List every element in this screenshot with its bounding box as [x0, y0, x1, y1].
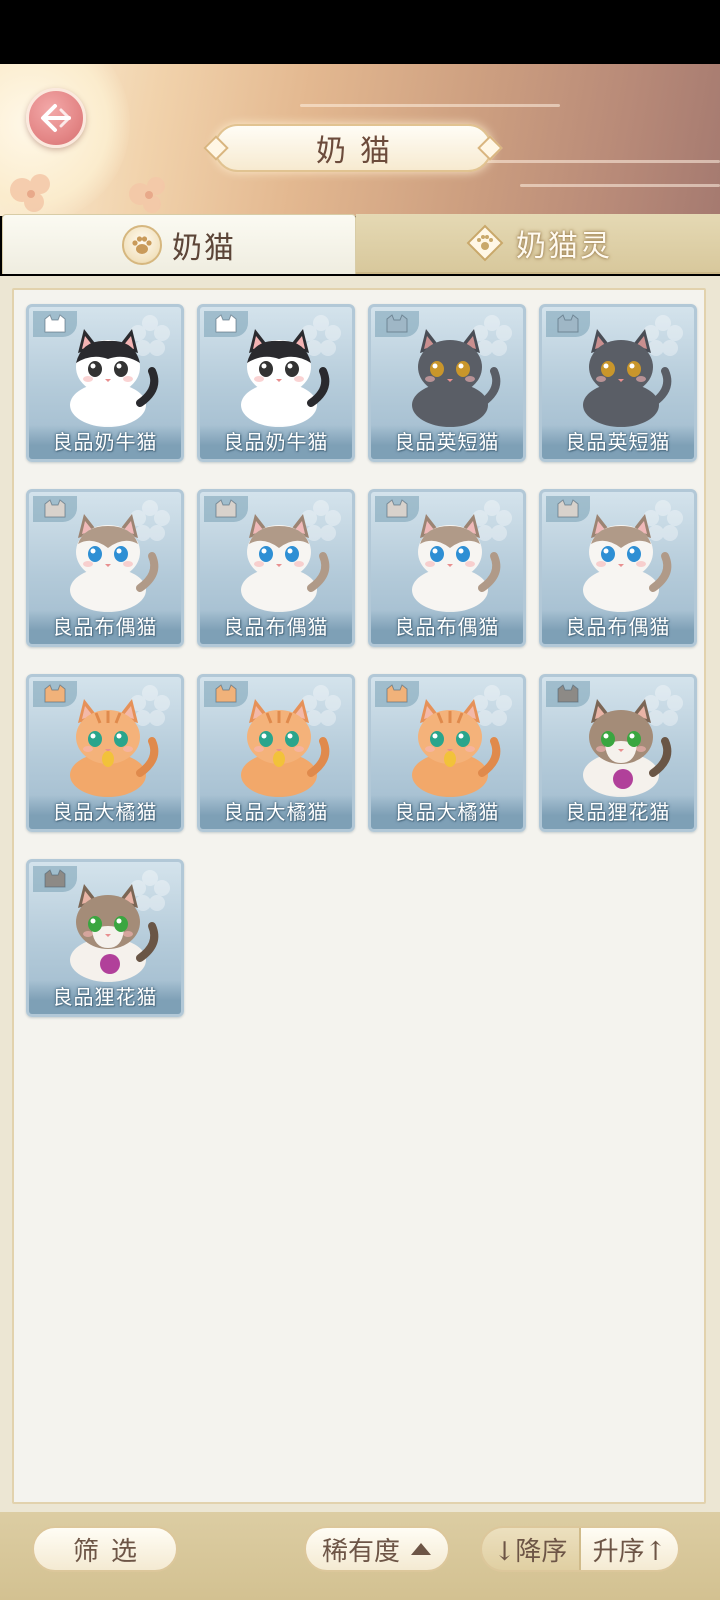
cat-card[interactable]: 良品奶牛猫	[26, 304, 184, 462]
tab-bar: 奶猫 奶猫灵	[0, 212, 720, 276]
cat-grid: 良品奶牛猫 良品奶牛猫 良品英短猫 良品英短猫良品布偶猫 良品布偶猫 良品布偶猫 良品布偶猫…	[26, 304, 697, 1017]
cat-name: 良品大橘猫	[394, 800, 500, 824]
cat-card[interactable]: 良品大橘猫	[197, 674, 355, 832]
cat-name: 良品大橘猫	[52, 800, 158, 824]
cat-card[interactable]: 良品英短猫	[368, 304, 526, 462]
cat-name: 良品大橘猫	[223, 800, 329, 824]
bottom-toolbar: 筛选 稀有度 ↓降序 升序↑	[0, 1512, 720, 1600]
cat-name: 良品英短猫	[394, 430, 500, 454]
cat-card[interactable]: 良品奶牛猫	[197, 304, 355, 462]
cat-name-strip: 良品布偶猫	[371, 610, 523, 644]
cat-name-strip: 良品狸花猫	[542, 795, 694, 829]
cat-portrait	[219, 693, 339, 801]
rarity-sort-button[interactable]: 稀有度	[304, 1526, 450, 1572]
paw-icon	[122, 224, 162, 265]
sort-descending-button[interactable]: ↓降序	[482, 1528, 581, 1570]
cat-card[interactable]: 良品大橘猫	[26, 674, 184, 832]
cat-portrait	[48, 693, 168, 801]
cat-name-strip: 良品布偶猫	[29, 610, 181, 644]
back-button[interactable]	[26, 88, 86, 148]
cat-card[interactable]: 良品布偶猫	[26, 489, 184, 647]
cat-card[interactable]: 良品大橘猫	[368, 674, 526, 832]
cat-panel: 良品奶牛猫 良品奶牛猫 良品英短猫 良品英短猫良品布偶猫 良品布偶猫 良品布偶猫 良品布偶猫…	[12, 288, 706, 1504]
cat-portrait	[390, 508, 510, 616]
cat-name: 良品英短猫	[565, 430, 671, 454]
cat-portrait	[390, 323, 510, 431]
cat-name-strip: 良品布偶猫	[200, 610, 352, 644]
cat-name-strip: 良品奶牛猫	[29, 425, 181, 459]
cat-card[interactable]: 良品布偶猫	[539, 489, 697, 647]
cloud-line	[300, 104, 560, 107]
cat-name: 良品布偶猫	[52, 615, 158, 639]
cloud-line	[520, 184, 720, 187]
tab-cats-label: 奶猫	[172, 230, 236, 266]
cat-portrait	[48, 878, 168, 986]
cat-name-strip: 良品大橘猫	[200, 795, 352, 829]
cat-name: 良品狸花猫	[52, 985, 158, 1009]
cat-name-strip: 良品大橘猫	[371, 795, 523, 829]
cat-name: 良品狸花猫	[565, 800, 671, 824]
back-arrow-icon	[41, 104, 72, 132]
spirit-icon	[464, 222, 506, 264]
cat-portrait	[390, 693, 510, 801]
cat-portrait	[48, 508, 168, 616]
status-bar	[0, 0, 720, 64]
cat-name: 良品布偶猫	[565, 615, 671, 639]
cat-card[interactable]: 良品布偶猫	[368, 489, 526, 647]
title-plate: 奶猫	[203, 124, 503, 172]
content-area: 良品奶牛猫 良品奶牛猫 良品英短猫 良品英短猫良品布偶猫 良品布偶猫 良品布偶猫 良品布偶猫…	[0, 276, 720, 1512]
cat-portrait	[561, 693, 681, 801]
cat-card[interactable]: 良品狸花猫	[26, 859, 184, 1017]
rarity-label: 稀有度	[321, 1536, 400, 1567]
tab-cat-spirits-label: 奶猫灵	[516, 229, 612, 264]
triangle-up-icon	[411, 1543, 431, 1555]
cat-name: 良品布偶猫	[394, 615, 500, 639]
sort-order-toggle: ↓降序 升序↑	[480, 1526, 680, 1572]
filter-button[interactable]: 筛选	[32, 1526, 178, 1572]
cat-name-strip: 良品英短猫	[542, 425, 694, 459]
cat-card[interactable]: 良品英短猫	[539, 304, 697, 462]
cat-name-strip: 良品英短猫	[371, 425, 523, 459]
tab-cats[interactable]: 奶猫	[2, 214, 356, 274]
cat-portrait	[561, 323, 681, 431]
cat-name-strip: 良品奶牛猫	[200, 425, 352, 459]
cat-portrait	[219, 323, 339, 431]
cat-name-strip: 良品大橘猫	[29, 795, 181, 829]
cat-card[interactable]: 良品狸花猫	[539, 674, 697, 832]
cat-name-strip: 良品狸花猫	[29, 980, 181, 1014]
cat-name: 良品奶牛猫	[52, 430, 158, 454]
blossom-icon	[10, 174, 165, 213]
cat-name-strip: 良品布偶猫	[542, 610, 694, 644]
cat-name: 良品奶牛猫	[223, 430, 329, 454]
cat-card[interactable]: 良品布偶猫	[197, 489, 355, 647]
cat-portrait	[48, 323, 168, 431]
cat-portrait	[219, 508, 339, 616]
tab-cat-spirits[interactable]: 奶猫灵	[356, 214, 720, 274]
cat-name: 良品布偶猫	[223, 615, 329, 639]
page-title: 奶猫	[316, 134, 404, 169]
sort-ascending-button[interactable]: 升序↑	[581, 1528, 678, 1570]
cat-portrait	[561, 508, 681, 616]
